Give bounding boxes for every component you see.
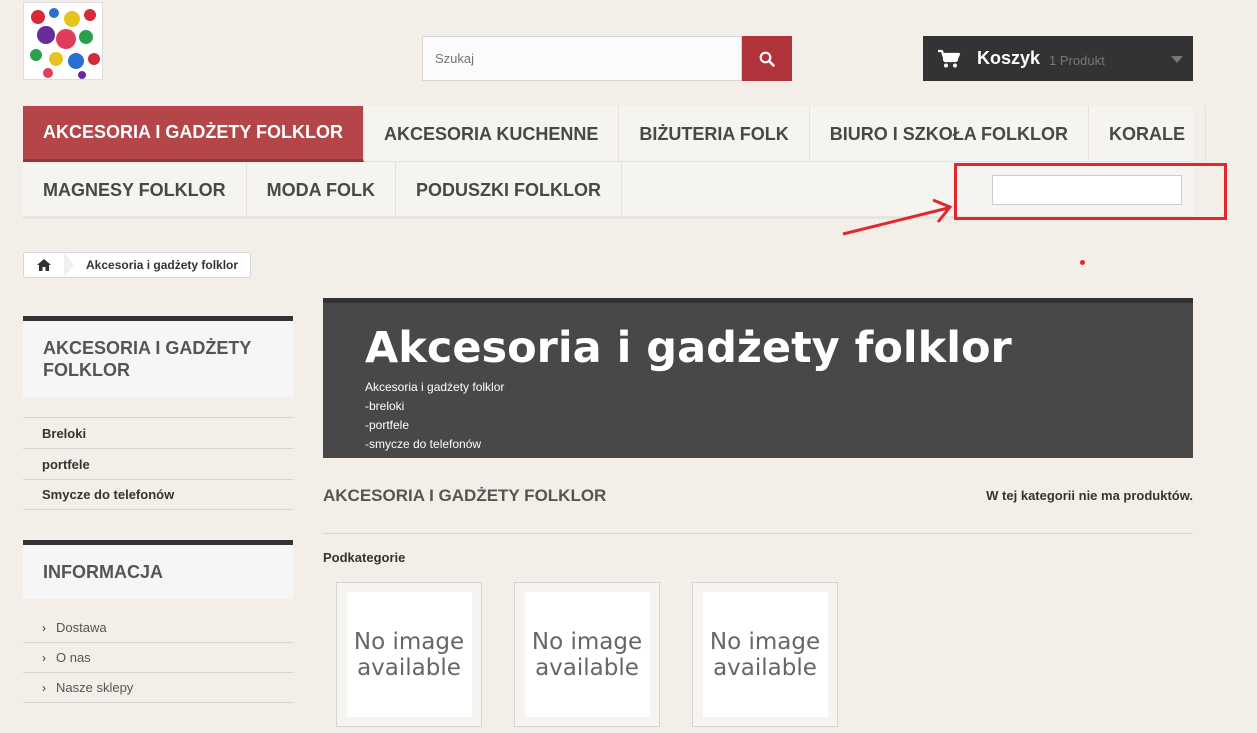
category-list: Breloki portfele Smycze do telefonów <box>23 417 293 510</box>
chevron-right-icon: › <box>42 620 46 635</box>
subcategory-card[interactable]: No image available <box>692 582 838 727</box>
subcategories-title: Podkategorie <box>323 550 406 565</box>
description-line: -breloki <box>365 399 405 413</box>
chevron-right-icon: › <box>42 680 46 695</box>
search-input[interactable] <box>422 36 742 81</box>
description-line: -smycze do telefonów <box>365 437 482 451</box>
category-item-breloki[interactable]: Breloki <box>23 417 293 448</box>
menu-item-korale[interactable]: KORALE <box>1089 106 1207 162</box>
breadcrumb-separator <box>64 253 74 277</box>
no-image-placeholder: No image available <box>346 592 472 717</box>
breadcrumb-home[interactable] <box>24 253 64 277</box>
cart-count: 1 Produkt <box>1049 52 1105 68</box>
category-banner: Akcesoria i gadżety folklor Akcesoria i … <box>323 298 1193 458</box>
info-block-title: INFORMACJA <box>23 540 293 599</box>
chevron-down-icon[interactable] <box>1171 56 1183 63</box>
search-icon <box>759 51 775 67</box>
shopping-cart-icon <box>938 49 961 67</box>
cart-title: Koszyk <box>977 48 1041 68</box>
menu-item-moda-folk[interactable]: MODA FOLK <box>247 162 396 218</box>
chevron-right-icon: › <box>42 650 46 665</box>
info-link-dostawa[interactable]: › Dostawa <box>23 613 293 643</box>
category-title: Akcesoria i gadżety folklor <box>365 323 1012 373</box>
menu-item-biuro-szkola[interactable]: BIURO I SZKOŁA FOLKLOR <box>810 106 1090 162</box>
folk-flower-logo-icon <box>24 3 102 79</box>
no-image-placeholder: No image available <box>702 592 828 717</box>
breadcrumb: Akcesoria i gadżety folklor <box>23 252 252 278</box>
menu-item-akcesoria-kuchenne[interactable]: AKCESORIA KUCHENNE <box>364 106 620 162</box>
annotation-dot <box>1080 260 1085 265</box>
category-block-title[interactable]: AKCESORIA I GADŻETY FOLKLOR <box>23 316 293 397</box>
home-icon <box>37 259 51 271</box>
no-products-message: W tej kategorii nie ma produktów. <box>986 488 1193 503</box>
page-heading: AKCESORIA I GADŻETY FOLKLOR <box>323 486 607 505</box>
subcategory-card[interactable]: No image available <box>336 582 482 727</box>
menu-item-poduszki[interactable]: PODUSZKI FOLKLOR <box>396 162 622 218</box>
menu-item-bizuteria[interactable]: BIŻUTERIA FOLK <box>619 106 810 162</box>
left-sidebar: AKCESORIA I GADŻETY FOLKLOR Breloki port… <box>23 316 293 703</box>
info-block: INFORMACJA › Dostawa › O nas › Nasze sklepy <box>23 540 293 703</box>
category-item-smycze[interactable]: Smycze do telefonów <box>23 479 293 510</box>
info-list: › Dostawa › O nas › Nasze sklepy <box>23 613 293 703</box>
menu-item-akcesoria-gadzety[interactable]: AKCESORIA I GADŻETY FOLKLOR <box>23 106 365 162</box>
description-line: -portfele <box>365 418 410 432</box>
search-button[interactable] <box>742 36 792 81</box>
info-link-o-nas[interactable]: › O nas <box>23 643 293 673</box>
subcategory-card[interactable]: No image available <box>514 582 660 727</box>
category-description: Akcesoria i gadżety folklor -breloki -po… <box>365 378 1151 454</box>
page-heading-row: AKCESORIA I GADŻETY FOLKLOR W tej katego… <box>323 480 1193 534</box>
info-link-label: Dostawa <box>56 620 107 635</box>
no-image-placeholder: No image available <box>524 592 650 717</box>
breadcrumb-current: Akcesoria i gadżety folklor <box>86 258 239 272</box>
search-bar <box>422 36 792 81</box>
info-link-label: Nasze sklepy <box>56 680 134 695</box>
info-link-sklepy[interactable]: › Nasze sklepy <box>23 673 293 703</box>
annotation-highlight-box <box>954 163 1227 220</box>
cart-button[interactable]: Koszyk 1 Produkt <box>923 36 1193 81</box>
menu-item-magnesy[interactable]: MAGNESY FOLKLOR <box>23 162 247 218</box>
info-link-label: O nas <box>56 650 91 665</box>
store-logo[interactable] <box>23 2 103 80</box>
subcategories-list: No image available No image available No… <box>336 582 870 727</box>
menu-row-1: AKCESORIA I GADŻETY FOLKLOR AKCESORIA KU… <box>23 106 1207 162</box>
description-line: Akcesoria i gadżety folklor <box>365 380 505 394</box>
category-item-portfele[interactable]: portfele <box>23 448 293 479</box>
